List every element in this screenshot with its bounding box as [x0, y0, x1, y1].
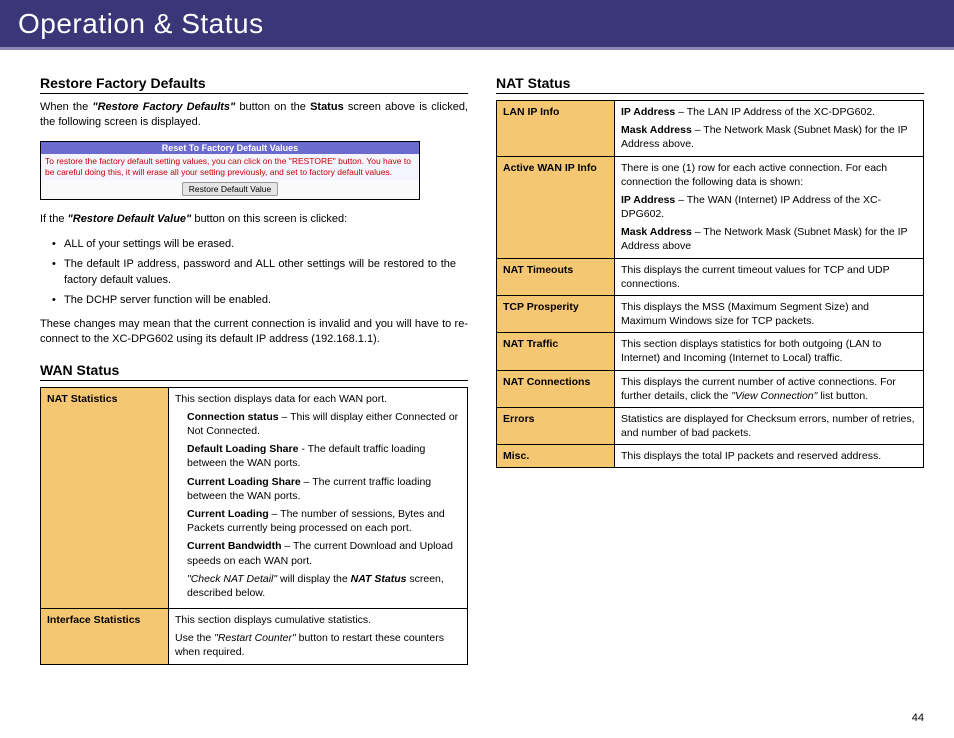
t: Connection status	[187, 411, 279, 423]
wan-table: NAT Statistics This section displays dat…	[40, 387, 468, 665]
nat-row-desc: This displays the current number of acti…	[615, 370, 924, 407]
nat-row-desc: There is one (1) row for each active con…	[615, 156, 924, 258]
fig-btn-row: Restore Default Value	[41, 180, 419, 199]
t: "Restore Factory Defaults"	[92, 101, 235, 113]
nat-row-label: TCP Prosperity	[497, 295, 615, 332]
t: This section displays cumulative statist…	[175, 614, 371, 626]
nat-row-label: Active WAN IP Info	[497, 156, 615, 258]
nat-row-desc: IP Address – The LAN IP Address of the X…	[615, 101, 924, 157]
t: Use the	[175, 632, 214, 644]
wan-row-label: Interface Statistics	[41, 609, 169, 665]
wan-sub: Connection status – This will display ei…	[175, 410, 461, 600]
list-item: ALL of your settings will be erased.	[64, 237, 468, 253]
t: Mask Address	[621, 124, 692, 136]
t: If the	[40, 213, 68, 225]
t: Default Loading Share	[187, 443, 298, 455]
t: Current Loading Share	[187, 476, 301, 488]
wan-row-label: NAT Statistics	[41, 387, 169, 608]
t: Current Loading	[187, 508, 269, 520]
t: button on the	[235, 101, 310, 113]
restore-heading: Restore Factory Defaults	[40, 75, 468, 94]
t: NAT Status	[351, 573, 407, 585]
nat-row-label: NAT Traffic	[497, 333, 615, 370]
nat-row-label: NAT Connections	[497, 370, 615, 407]
page-body: Restore Factory Defaults When the "Resto…	[0, 50, 954, 665]
restore-after: If the "Restore Default Value" button on…	[40, 212, 468, 227]
nat-row-label: NAT Timeouts	[497, 258, 615, 295]
t: will display the	[277, 573, 351, 585]
right-column: NAT Status LAN IP Info IP Address – The …	[496, 75, 924, 665]
nat-row-label: Misc.	[497, 445, 615, 468]
wan-row-desc: This section displays data for each WAN …	[169, 387, 468, 608]
nat-row-desc: Statistics are displayed for Checksum er…	[615, 407, 924, 444]
nat-row-desc: This displays the total IP packets and r…	[615, 445, 924, 468]
restore-screenshot: Reset To Factory Default Values To resto…	[40, 141, 420, 200]
nat-row-label: LAN IP Info	[497, 101, 615, 157]
t: "Restart Counter"	[214, 632, 296, 644]
t: When the	[40, 101, 92, 113]
nat-row-desc: This displays the MSS (Maximum Segment S…	[615, 295, 924, 332]
nat-table: LAN IP Info IP Address – The LAN IP Addr…	[496, 100, 924, 468]
t: list button.	[817, 390, 868, 402]
nat-row-desc: This section displays statistics for bot…	[615, 333, 924, 370]
fig-body: To restore the factory default setting v…	[41, 154, 419, 180]
t: This section displays data for each WAN …	[175, 393, 387, 405]
t: – The LAN IP Address of the XC-DPG602.	[675, 106, 875, 118]
nat-row-label: Errors	[497, 407, 615, 444]
t: Status	[310, 101, 344, 113]
t: "Check NAT Detail"	[187, 573, 277, 585]
t: "Restore Default Value"	[68, 213, 192, 225]
restore-bullets: ALL of your settings will be erased. The…	[40, 237, 468, 309]
wan-heading: WAN Status	[40, 362, 468, 381]
t: There is one (1) row for each active con…	[621, 161, 917, 189]
page-title: Operation & Status	[18, 8, 264, 40]
t: Mask Address	[621, 226, 692, 238]
t: button on this screen is clicked:	[191, 213, 347, 225]
left-column: Restore Factory Defaults When the "Resto…	[40, 75, 468, 665]
t: IP Address	[621, 194, 675, 206]
nat-row-desc: This displays the current timeout values…	[615, 258, 924, 295]
restore-intro: When the "Restore Factory Defaults" butt…	[40, 100, 468, 131]
nat-heading: NAT Status	[496, 75, 924, 94]
restore-default-button[interactable]: Restore Default Value	[182, 182, 279, 196]
wan-row-desc: This section displays cumulative statist…	[169, 609, 468, 665]
list-item: The default IP address, password and ALL…	[64, 257, 468, 289]
t: Current Bandwidth	[187, 540, 282, 552]
restore-changes: These changes may mean that the current …	[40, 317, 468, 348]
list-item: The DCHP server function will be enabled…	[64, 293, 468, 309]
t: "View Connection"	[731, 390, 817, 402]
fig-title: Reset To Factory Default Values	[41, 142, 419, 154]
page-banner: Operation & Status	[0, 0, 954, 50]
page-number: 44	[912, 712, 924, 724]
t: IP Address	[621, 106, 675, 118]
